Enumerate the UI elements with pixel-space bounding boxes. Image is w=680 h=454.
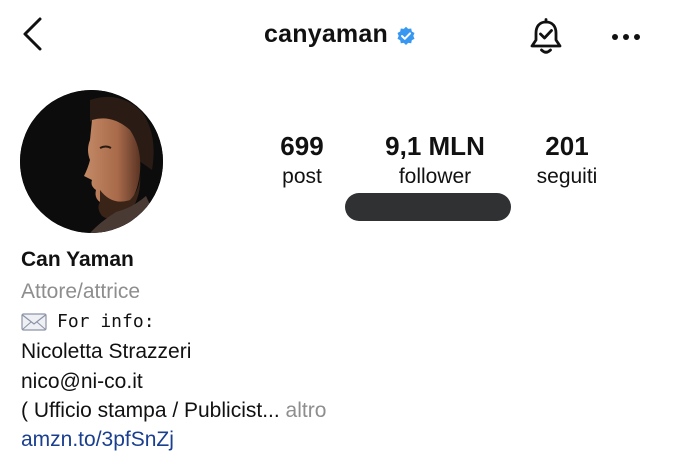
contact-name: Nicoletta Strazzeri	[21, 340, 192, 363]
profile-name: Can Yaman	[21, 248, 134, 271]
more-horizontal-icon	[612, 34, 640, 40]
followers-label: follower	[398, 165, 472, 188]
stat-following[interactable]: 201 seguiti	[522, 130, 612, 192]
following-label: seguiti	[536, 165, 598, 188]
stat-followers[interactable]: 9,1 MLN follower	[365, 130, 505, 192]
following-count: 201	[545, 131, 589, 161]
notifications-button[interactable]	[527, 17, 565, 57]
envelope-icon	[21, 313, 47, 331]
verified-badge-icon	[396, 26, 416, 46]
profile-header: canyaman	[0, 0, 680, 70]
profile-avatar[interactable]	[20, 90, 163, 233]
username: canyaman	[264, 20, 388, 48]
more-button[interactable]: altro	[286, 399, 327, 422]
contact-email: nico@ni-co.it	[21, 370, 143, 393]
stat-posts[interactable]: 699 post	[262, 130, 342, 192]
bio-description-line: ( Ufficio stampa / Publicist... altro	[21, 396, 326, 426]
bio-link[interactable]: amzn.to/3pfSnZj	[21, 425, 174, 454]
more-options-button[interactable]	[606, 22, 646, 52]
info-label: For info:	[57, 311, 155, 332]
avatar-photo	[20, 90, 163, 233]
bio-info-line: For info:	[21, 307, 155, 337]
header-title: canyaman	[0, 20, 680, 49]
posts-label: post	[282, 165, 322, 188]
bio-description: ( Ufficio stampa / Publicist...	[21, 399, 280, 422]
bell-check-icon	[530, 18, 562, 54]
followers-count: 9,1 MLN	[385, 131, 485, 161]
posts-count: 699	[280, 131, 324, 161]
profile-category: Attore/attrice	[21, 280, 141, 303]
redaction-bar	[345, 193, 511, 221]
